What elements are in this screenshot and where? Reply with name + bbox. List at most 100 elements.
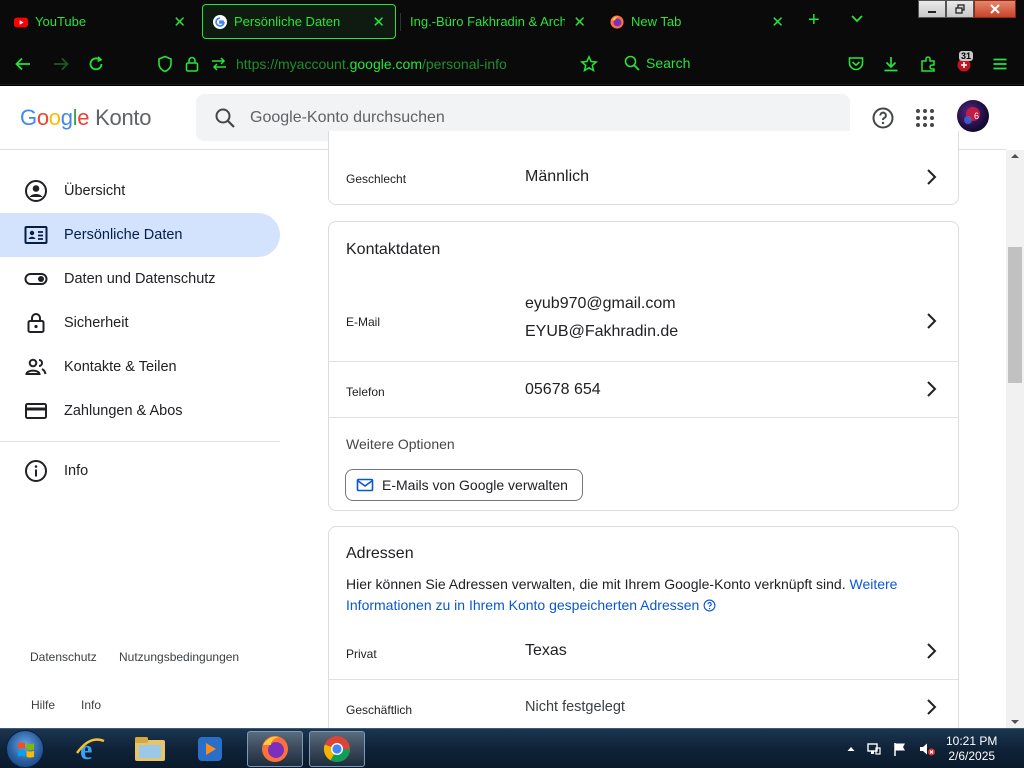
scrollbar-thumb[interactable]	[1008, 247, 1022, 383]
addresses-card-title: Adressen	[346, 545, 414, 562]
svg-text:e: e	[80, 735, 92, 765]
tab-youtube[interactable]: YouTube ✕	[4, 4, 196, 39]
back-arrow-icon[interactable]	[14, 55, 32, 73]
avatar-text: 6	[974, 111, 979, 121]
page-scrollbar[interactable]	[1006, 150, 1024, 728]
minimize-icon	[928, 11, 936, 13]
search-field[interactable]: Search	[624, 55, 690, 71]
taskbar-file-explorer[interactable]	[122, 731, 178, 767]
permissions-icon[interactable]	[210, 55, 228, 73]
minimize-button[interactable]	[918, 0, 946, 18]
reload-icon[interactable]	[87, 55, 105, 73]
sidebar-item-payments[interactable]: Zahlungen & Abos	[0, 389, 280, 433]
sidebar-item-data-privacy[interactable]: Daten und Datenschutz	[0, 257, 280, 301]
taskbar-media-player[interactable]	[182, 731, 238, 767]
toggle-icon	[24, 273, 48, 285]
scroll-up-icon[interactable]	[1006, 150, 1024, 162]
work-address-row[interactable]: Geschäftlich Nicht festgelegt	[329, 680, 958, 728]
taskbar-clock[interactable]: 10:21 PM 2/6/2025	[946, 734, 997, 764]
addresses-card: Adressen Hier können Sie Adressen verwal…	[328, 526, 959, 728]
manage-button-label: E-Mails von Google verwalten	[382, 477, 568, 493]
tab-label: New Tab	[631, 14, 682, 29]
close-window-button[interactable]	[974, 0, 1016, 18]
restore-button[interactable]	[946, 0, 974, 18]
download-icon[interactable]	[882, 55, 900, 73]
extensions-icon[interactable]	[919, 55, 937, 73]
info-icon	[25, 460, 47, 482]
phone-row[interactable]: Telefon 05678 654	[329, 362, 958, 417]
bookmark-star-icon[interactable]	[580, 55, 598, 73]
home-address-label: Privat	[346, 647, 377, 661]
close-tab-icon[interactable]: ✕	[173, 13, 186, 31]
logo-letter: G	[20, 105, 37, 130]
taskbar-firefox[interactable]	[247, 731, 303, 767]
terms-link[interactable]: Nutzungsbedingungen	[119, 650, 239, 664]
taskbar-internet-explorer[interactable]: e	[62, 731, 118, 767]
address-bar[interactable]: https://myaccount.google.com/personal-in…	[236, 56, 507, 72]
account-search-input[interactable]	[250, 108, 810, 127]
sidebar-item-label: Daten und Datenschutz	[64, 271, 216, 287]
close-tab-icon[interactable]: ✕	[771, 13, 784, 31]
lock-icon[interactable]	[183, 55, 201, 73]
restore-icon	[955, 4, 965, 14]
avatar[interactable]: 6	[957, 100, 989, 132]
credit-card-icon	[25, 403, 47, 419]
logo-letter: e	[77, 105, 90, 130]
show-hidden-icons-icon[interactable]	[846, 744, 856, 754]
chevron-right-icon	[927, 169, 937, 185]
privacy-link[interactable]: Datenschutz	[30, 650, 97, 664]
close-icon	[990, 4, 1000, 14]
info-link[interactable]: Info	[81, 698, 101, 712]
start-button[interactable]	[6, 730, 44, 768]
window-controls	[918, 0, 1016, 18]
url-host: google.com	[349, 56, 422, 72]
new-tab-button[interactable]: +	[808, 10, 820, 30]
tab-ing-buero[interactable]: Ing.-Büro Fakhradin & Arch.-B ✕	[400, 4, 596, 39]
manage-google-emails-button[interactable]: E-Mails von Google verwalten	[345, 469, 583, 501]
email-row[interactable]: E-Mail eyub970@gmail.com EYUB@Fakhradin.…	[329, 282, 958, 362]
help-circle-icon[interactable]	[703, 599, 716, 612]
contact-info-card: Kontaktdaten E-Mail eyub970@gmail.com EY…	[328, 221, 959, 511]
chevron-right-icon	[927, 643, 937, 659]
search-icon[interactable]	[214, 107, 236, 129]
browser-toolbar: https://myaccount.google.com/personal-in…	[0, 43, 1024, 85]
avatar-image: 6	[964, 107, 980, 124]
scroll-down-icon[interactable]	[1006, 716, 1024, 728]
action-center-flag-icon[interactable]	[892, 741, 908, 757]
firefox-icon	[262, 736, 288, 762]
pocket-icon[interactable]	[847, 55, 865, 73]
shield-icon[interactable]	[156, 55, 174, 73]
sidebar-item-security[interactable]: Sicherheit	[0, 301, 280, 345]
chevron-down-icon[interactable]	[849, 10, 865, 26]
mail-icon	[356, 478, 374, 492]
network-icon[interactable]	[866, 741, 882, 757]
tab-personal-info[interactable]: Persönliche Daten ✕	[202, 4, 396, 39]
tab-new-tab[interactable]: New Tab ✕	[600, 4, 794, 39]
sidebar-item-contacts-sharing[interactable]: Kontakte & Teilen	[0, 345, 280, 389]
home-address-row[interactable]: Privat Texas	[329, 623, 958, 679]
sidebar-item-personal-info[interactable]: Persönliche Daten	[0, 213, 280, 257]
logo-letter: o	[36, 105, 49, 130]
logo-letter: g	[60, 105, 73, 130]
help-icon[interactable]	[871, 106, 895, 130]
browser-tab-bar: YouTube ✕ Persönliche Daten ✕ Ing.-Büro …	[0, 0, 1024, 43]
home-address-value: Texas	[525, 642, 567, 659]
lock-icon	[27, 313, 45, 333]
google-konto-logo[interactable]: Google Konto	[20, 105, 151, 131]
sidebar-item-label: Sicherheit	[64, 315, 129, 331]
hamburger-menu-icon[interactable]	[991, 55, 1009, 73]
apps-grid-icon[interactable]	[913, 106, 937, 130]
close-tab-icon[interactable]: ✕	[372, 13, 385, 31]
close-tab-icon[interactable]: ✕	[573, 13, 586, 31]
sidebar-item-overview[interactable]: Übersicht	[0, 169, 280, 213]
forward-arrow-icon[interactable]	[52, 55, 70, 73]
volume-muted-icon[interactable]	[918, 741, 936, 757]
clock-date: 2/6/2025	[948, 749, 996, 763]
sidebar-item-info[interactable]: Info	[0, 449, 280, 493]
logo-letter: o	[48, 105, 61, 130]
phone-value: 05678 654	[525, 381, 601, 398]
taskbar-chrome[interactable]	[309, 731, 365, 767]
help-link[interactable]: Hilfe	[31, 698, 55, 712]
gender-row[interactable]: Geschlecht Männlich	[329, 131, 958, 204]
youtube-icon	[14, 17, 28, 27]
